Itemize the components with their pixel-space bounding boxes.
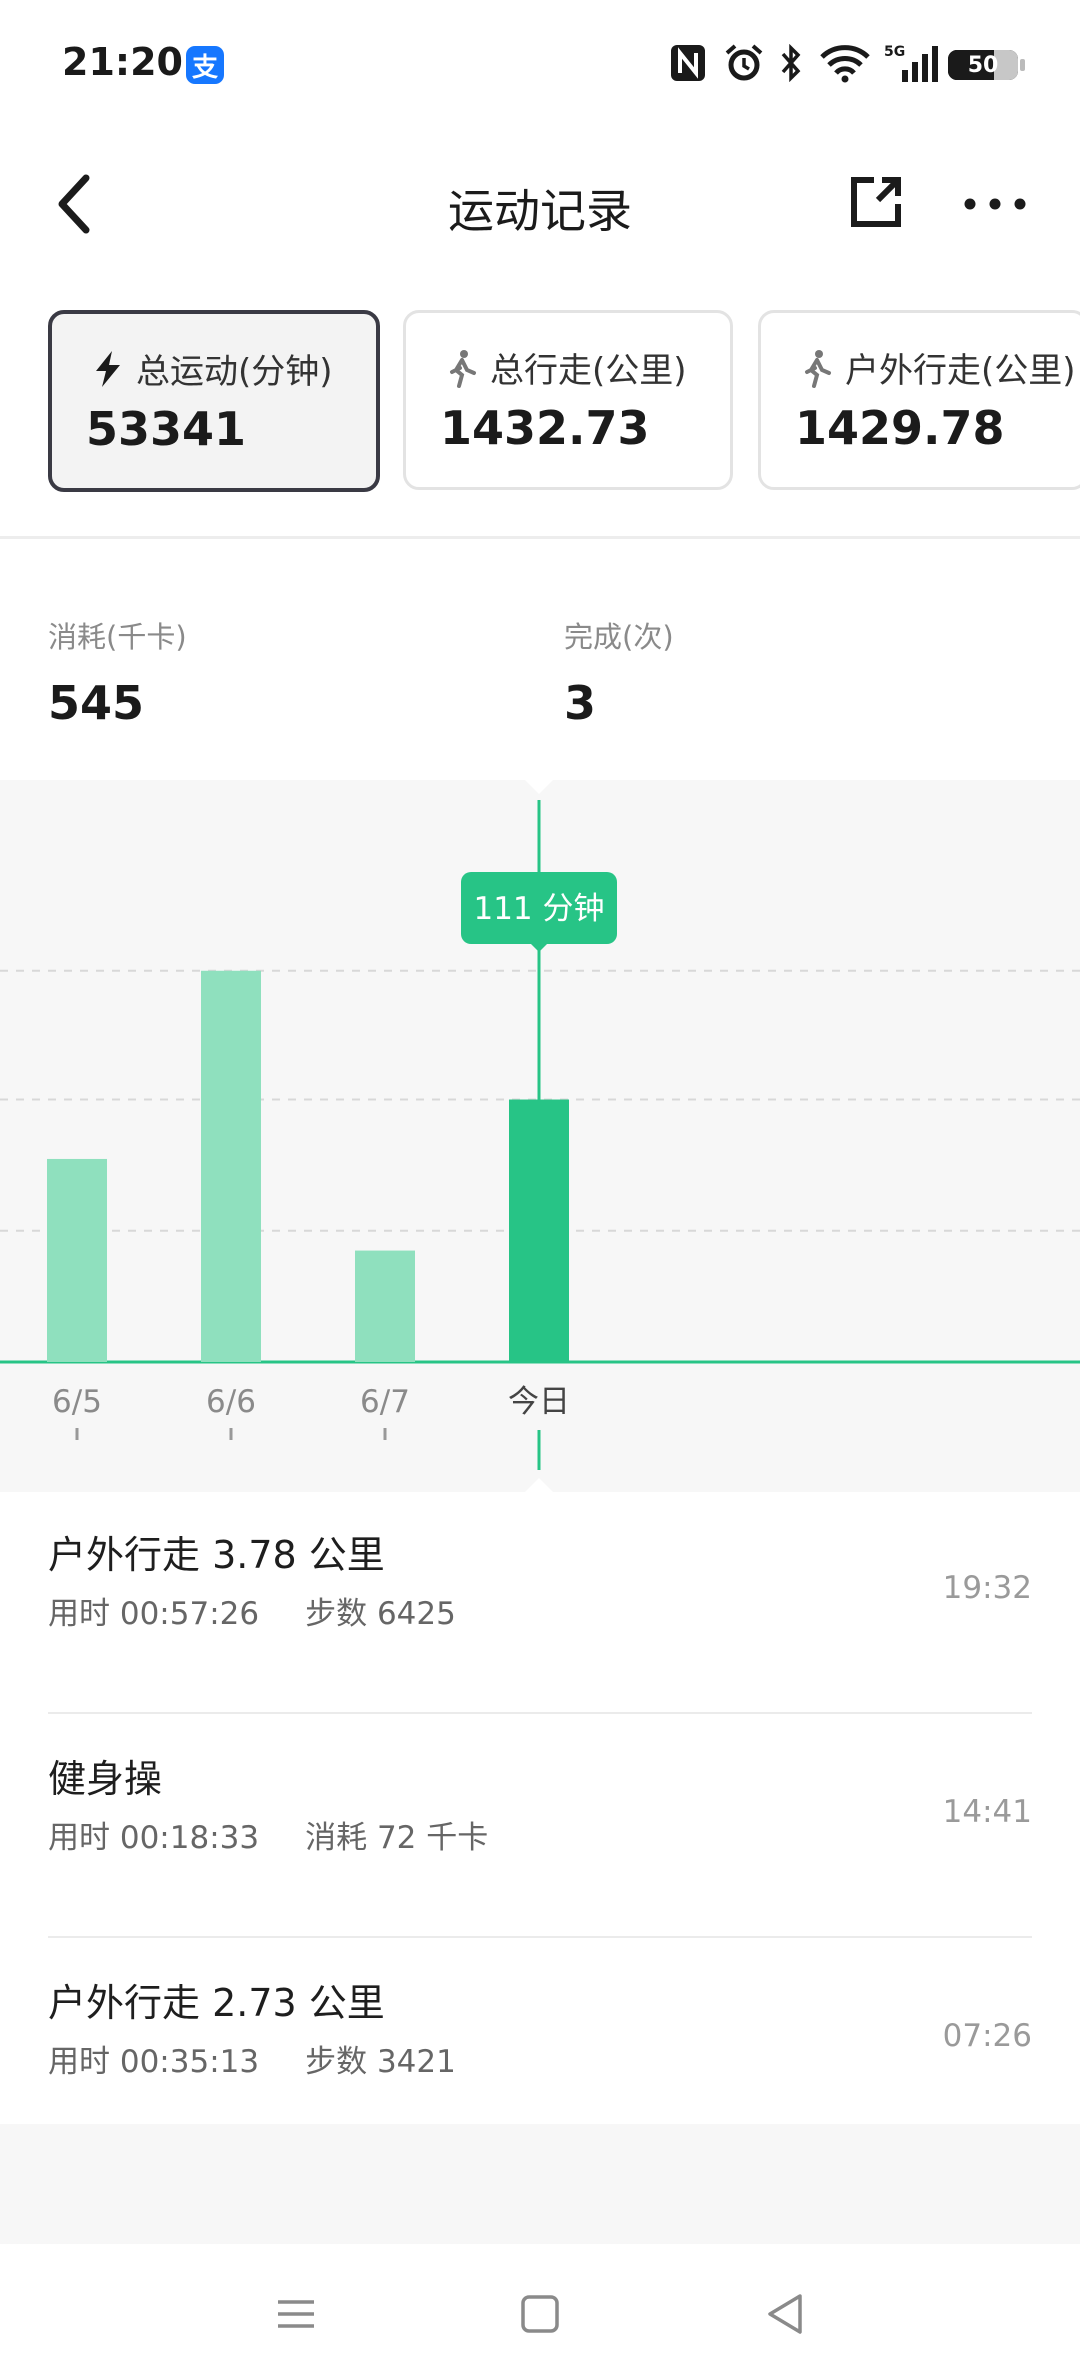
chart-bar <box>509 1099 569 1362</box>
record-extra: 消耗 72 千卡 <box>305 1820 489 1856</box>
record-row[interactable]: 户外行走 3.78 公里 用时 00:57:26 步数 6425 19:32 <box>0 1492 1080 1714</box>
card-label-text: 总运动(分钟) <box>136 352 333 392</box>
chart-tooltip-label: 111 分钟 <box>473 891 604 927</box>
walking-icon <box>450 349 476 388</box>
record-time: 14:41 <box>942 1794 1032 1830</box>
record-details: 用时 00:18:33 消耗 72 千卡 <box>48 1812 534 1857</box>
card-value: 1429.78 <box>795 401 1005 455</box>
more-horizontal-icon <box>964 198 1026 210</box>
share-button[interactable] <box>848 174 904 230</box>
record-time: 07:26 <box>942 2018 1032 2054</box>
record-row[interactable]: 健身操 用时 00:18:33 消耗 72 千卡 14:41 <box>0 1716 1080 1938</box>
card-label-text: 户外行走(公里) <box>845 351 1076 391</box>
record-time: 19:32 <box>942 1570 1032 1606</box>
battery-icon: 50 <box>948 50 1025 80</box>
record-duration: 用时 00:18:33 <box>48 1820 260 1856</box>
share-external-icon <box>851 177 901 227</box>
record-details: 用时 00:35:13 步数 3421 <box>48 2036 502 2081</box>
completed-value: 3 <box>564 676 597 730</box>
svg-text:5G: 5G <box>884 44 905 60</box>
card-value: 53341 <box>86 402 247 456</box>
card-label: 户外行走(公里) <box>797 343 1076 392</box>
back-triangle-icon <box>768 2294 802 2334</box>
status-time: 21:20 <box>62 40 183 84</box>
calories-value: 545 <box>48 676 145 730</box>
exercise-bar-chart[interactable]: 6/5 6/6 6/7 今日 111 分钟 <box>0 780 1080 1492</box>
chart-tooltip-pointer <box>531 944 547 952</box>
system-nav-bar <box>0 2244 1080 2376</box>
card-total-exercise[interactable]: 总运动(分钟) 53341 <box>48 310 380 492</box>
metric-cards: 总运动(分钟) 53341 总行走(公里) 1432.73 户外行走(公里) 1… <box>0 310 1080 496</box>
page-title: 运动记录 <box>448 184 632 238</box>
5g-signal-icon: 5G <box>882 42 938 84</box>
home-square-icon <box>521 2295 559 2333</box>
record-details: 用时 00:57:26 步数 6425 <box>48 1588 502 1633</box>
chart-bar <box>355 1250 415 1362</box>
chart-x-tick-label: 6/7 <box>360 1384 410 1420</box>
list-footer-spacer <box>0 2124 1080 2244</box>
menu-icon <box>278 2300 314 2328</box>
home-button[interactable] <box>510 2284 570 2344</box>
card-label-text: 总行走(公里) <box>490 351 687 391</box>
chart-bar <box>201 970 261 1362</box>
alipay-icon: 支 <box>186 46 224 84</box>
chart-x-tick-label: 今日 <box>508 1384 570 1420</box>
record-duration: 用时 00:35:13 <box>48 2044 260 2080</box>
chart-x-tick-label: 6/6 <box>206 1384 256 1420</box>
divider <box>0 536 1080 539</box>
chart-notch-bottom <box>525 1478 553 1492</box>
battery-level-text: 50 <box>967 52 999 78</box>
card-label: 总行走(公里) <box>442 343 687 392</box>
divider <box>48 1936 1032 1938</box>
record-title: 健身操 <box>48 1757 163 1801</box>
chart-bar <box>47 1158 107 1362</box>
card-label: 总运动(分钟) <box>88 344 333 393</box>
divider <box>48 1712 1032 1714</box>
system-back-button[interactable] <box>756 2284 816 2344</box>
card-total-walking[interactable]: 总行走(公里) 1432.73 <box>403 310 733 490</box>
chart-notch-top <box>525 780 553 794</box>
wifi-icon <box>818 42 872 84</box>
record-title: 户外行走 3.78 公里 <box>48 1533 385 1577</box>
record-extra: 步数 3421 <box>305 2044 456 2080</box>
menu-button[interactable] <box>266 2284 326 2344</box>
calories-label: 消耗(千卡) <box>48 620 187 654</box>
record-title: 户外行走 2.73 公里 <box>48 1981 385 2025</box>
more-button[interactable] <box>960 176 1030 232</box>
lightning-icon <box>96 350 120 387</box>
card-value: 1432.73 <box>440 401 650 455</box>
alarm-icon <box>722 42 766 84</box>
walking-icon <box>805 349 831 388</box>
chart-x-tick-label: 6/5 <box>52 1384 102 1420</box>
completed-label: 完成(次) <box>564 620 674 654</box>
chart-canvas: 6/5 6/6 6/7 今日 111 分钟 <box>0 780 1080 1492</box>
nfc-icon <box>668 42 708 84</box>
card-outdoor-walking[interactable]: 户外行走(公里) 1429.78 <box>758 310 1080 490</box>
record-extra: 步数 6425 <box>305 1596 456 1632</box>
record-duration: 用时 00:57:26 <box>48 1596 260 1632</box>
bluetooth-icon <box>776 42 806 84</box>
